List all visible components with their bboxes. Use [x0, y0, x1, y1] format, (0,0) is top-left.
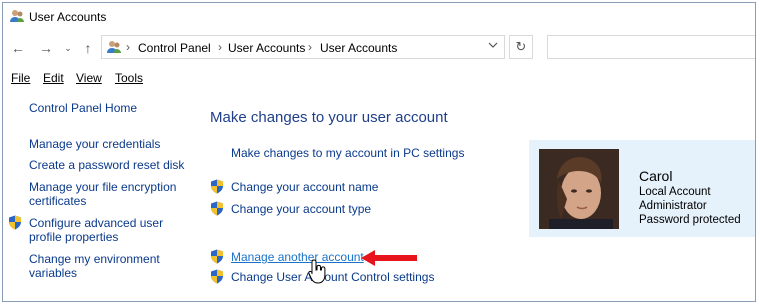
- user-accounts-icon: [107, 41, 121, 53]
- breadcrumb-separator-icon: ›: [308, 40, 312, 54]
- address-bar[interactable]: › Control Panel › User Accounts › User A…: [101, 35, 505, 59]
- up-arrow-icon[interactable]: ↑: [79, 39, 97, 57]
- uac-shield-icon: [9, 215, 21, 230]
- menu-file[interactable]: File: [11, 71, 30, 85]
- menu-bar: File Edit View Tools: [3, 67, 755, 89]
- menu-view-label: View: [76, 71, 102, 85]
- pc-settings-link[interactable]: Make changes to my account in PC setting…: [231, 146, 464, 160]
- uac-settings-link[interactable]: Change User Account Control settings: [231, 270, 434, 284]
- menu-edit[interactable]: Edit: [43, 71, 64, 85]
- red-arrow-icon: [361, 250, 417, 266]
- control-panel-home-link[interactable]: Control Panel Home: [29, 101, 137, 115]
- avatar-portrait-image: [539, 149, 619, 229]
- user-account-type: Local Account: [639, 186, 711, 198]
- user-accounts-icon: [10, 10, 24, 22]
- advanced-profile-link-line2[interactable]: profile properties: [29, 230, 118, 244]
- search-input[interactable]: [547, 35, 755, 59]
- breadcrumb-separator-icon: ›: [126, 40, 130, 54]
- manage-credentials-link[interactable]: Manage your credentials: [29, 137, 160, 151]
- user-role: Administrator: [639, 200, 707, 212]
- uac-shield-icon: [211, 201, 223, 216]
- uac-shield-icon: [211, 269, 223, 284]
- advanced-profile-link-line1[interactable]: Configure advanced user: [29, 216, 163, 230]
- hand-cursor-icon: [308, 259, 326, 284]
- chevron-down-icon[interactable]: [488, 40, 498, 50]
- file-encryption-link-line2[interactable]: certificates: [29, 194, 86, 208]
- user-card: Carol Local Account Administrator Passwo…: [529, 140, 755, 237]
- back-arrow-icon[interactable]: ←: [9, 39, 27, 57]
- menu-tools[interactable]: Tools: [115, 71, 143, 85]
- forward-arrow-icon[interactable]: →: [37, 39, 55, 57]
- breadcrumb-user-accounts-current[interactable]: User Accounts: [320, 41, 397, 55]
- environment-variables-link-line1[interactable]: Change my environment: [29, 252, 160, 266]
- breadcrumb-control-panel[interactable]: Control Panel: [138, 41, 211, 55]
- menu-tools-label: Tools: [115, 71, 144, 85]
- environment-variables-link-line2[interactable]: variables: [29, 266, 77, 280]
- navigation-bar: ← → ⌄ ↑ › Control Panel › User Accounts …: [3, 31, 755, 65]
- menu-file-label: File: [11, 71, 31, 85]
- refresh-icon: ↻: [515, 39, 527, 54]
- breadcrumb-separator-icon: ›: [218, 40, 222, 54]
- menu-edit-label: Edit: [43, 71, 64, 85]
- uac-shield-icon: [211, 179, 223, 194]
- uac-shield-icon: [211, 249, 223, 264]
- change-account-type-link[interactable]: Change your account type: [231, 202, 371, 216]
- avatar: [539, 149, 619, 229]
- recent-locations-chevron-icon[interactable]: ⌄: [59, 39, 77, 57]
- manage-another-account-link[interactable]: Manage another account: [231, 250, 364, 264]
- user-password-status: Password protected: [639, 214, 741, 226]
- menu-view[interactable]: View: [76, 71, 102, 85]
- file-encryption-link-line1[interactable]: Manage your file encryption: [29, 180, 176, 194]
- breadcrumb-user-accounts[interactable]: User Accounts: [228, 41, 305, 55]
- change-account-name-link[interactable]: Change your account name: [231, 180, 378, 194]
- user-accounts-window: User Accounts ← → ⌄ ↑ › Control Panel › …: [2, 2, 756, 302]
- password-reset-disk-link[interactable]: Create a password reset disk: [29, 158, 184, 172]
- refresh-button[interactable]: ↻: [509, 35, 533, 59]
- page-heading: Make changes to your user account: [210, 109, 448, 126]
- title-bar: User Accounts: [3, 3, 755, 31]
- user-name: Carol: [639, 168, 673, 184]
- window-title: User Accounts: [29, 10, 107, 24]
